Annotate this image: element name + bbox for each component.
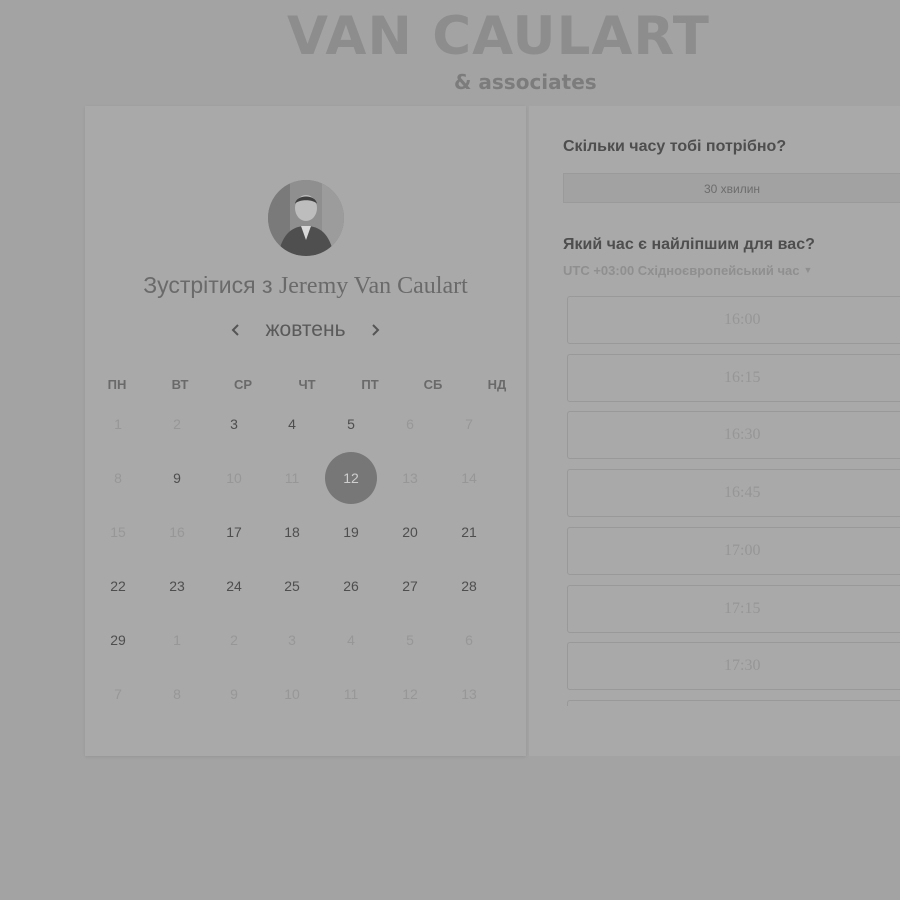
chevron-right-icon xyxy=(372,324,380,336)
calendar-day: 11 xyxy=(343,686,359,702)
time-slot-button[interactable]: 17:30 xyxy=(567,642,900,691)
calendar-day[interactable]: 18 xyxy=(272,519,312,545)
weekday-label: СБ xyxy=(423,377,443,392)
logo-tagline: & associates xyxy=(454,70,597,94)
timezone-label: UTC +03:00 Східноєвропейський час xyxy=(563,263,800,278)
calendar-day: 16 xyxy=(169,524,185,540)
calendar-day: 8 xyxy=(114,470,122,486)
brand-logo: VAN CAULART & associates xyxy=(0,0,900,100)
calendar-day: 2 xyxy=(230,632,238,648)
calendar-day[interactable]: 26 xyxy=(331,573,371,599)
logo-brand-text: VAN CAULART xyxy=(287,6,710,67)
time-slot-button[interactable]: 17:00 xyxy=(567,526,900,575)
time-slot-button[interactable]: 16:30 xyxy=(567,411,900,460)
calendar-day: 3 xyxy=(288,632,296,648)
calendar-day[interactable]: 21 xyxy=(449,519,489,545)
duration-select[interactable]: 30 хвилин xyxy=(563,173,900,203)
host-avatar xyxy=(268,180,344,256)
meeting-title: Зустрітися з Jeremy Van Caulart xyxy=(85,272,526,300)
calendar-day[interactable]: 5 xyxy=(331,411,371,437)
calendar-day-selected[interactable]: 12 xyxy=(325,452,377,504)
time-slot-list: 16:00 16:15 16:30 16:45 17:00 17:15 17:30 xyxy=(567,296,900,706)
weekday-label: СР xyxy=(233,377,253,392)
calendar-day: 9 xyxy=(230,686,238,702)
time-slot-button[interactable]: 16:45 xyxy=(567,469,900,518)
calendar-day: 2 xyxy=(173,416,181,432)
calendar-day[interactable]: 24 xyxy=(214,573,254,599)
calendar-day[interactable]: 3 xyxy=(214,411,254,437)
calendar-day: 7 xyxy=(114,686,122,702)
calendar-grid: 1 2 3 4 5 6 7 8 9 10 11 12 13 14 15 16 17 18 19 20 21 22 23 24 2… xyxy=(85,411,526,731)
calendar-day[interactable]: 20 xyxy=(390,519,430,545)
calendar-day: 13 xyxy=(402,470,418,486)
calendar-day[interactable]: 23 xyxy=(157,573,197,599)
calendar-day: 7 xyxy=(465,416,473,432)
weekday-header: ПН ВТ СР ЧТ ПТ СБ НД xyxy=(85,377,526,397)
calendar-day: 15 xyxy=(110,524,126,540)
calendar-day[interactable]: 19 xyxy=(331,519,371,545)
calendar-day: 4 xyxy=(347,632,355,648)
weekday-label: ПН xyxy=(107,377,127,392)
calendar-day[interactable]: 25 xyxy=(272,573,312,599)
calendar-day: 1 xyxy=(114,416,122,432)
calendar-panel: Зустрітися з Jeremy Van Caulart жовтень … xyxy=(85,106,526,756)
weekday-label: ЧТ xyxy=(298,377,316,392)
calendar-day: 1 xyxy=(173,632,181,648)
booking-panel: Скільки часу тобі потрібно? 30 хвилин Як… xyxy=(529,106,900,756)
month-navigation: жовтень xyxy=(85,318,526,342)
calendar-day[interactable]: 4 xyxy=(272,411,312,437)
duration-question: Скільки часу тобі потрібно? xyxy=(563,138,787,155)
calendar-day: 12 xyxy=(402,686,418,702)
weekday-label: ПТ xyxy=(361,377,379,392)
calendar-day: 6 xyxy=(465,632,473,648)
host-name: Jeremy Van Caulart xyxy=(278,273,468,299)
calendar-day[interactable]: 9 xyxy=(157,465,197,491)
time-slot-button[interactable]: 16:15 xyxy=(567,353,900,402)
calendar-day[interactable]: 17 xyxy=(214,519,254,545)
time-slot-button[interactable]: 16:00 xyxy=(567,296,900,344)
time-slot-button[interactable]: 17:15 xyxy=(567,584,900,633)
calendar-day: 13 xyxy=(461,686,477,702)
calendar-day: 6 xyxy=(406,416,414,432)
prev-month-button[interactable] xyxy=(226,319,246,342)
meeting-title-prefix: Зустрітися з xyxy=(143,272,273,298)
timezone-select[interactable]: UTC +03:00 Східноєвропейський час ▼ xyxy=(563,263,812,278)
person-photo-icon xyxy=(268,180,344,256)
calendar-day[interactable]: 29 xyxy=(98,627,138,653)
chevron-left-icon xyxy=(231,324,239,336)
next-month-button[interactable] xyxy=(365,319,385,342)
calendar-day: 8 xyxy=(173,686,181,702)
time-slot-button[interactable] xyxy=(567,699,900,706)
calendar-day: 11 xyxy=(284,470,300,486)
calendar-day: 14 xyxy=(461,470,477,486)
calendar-day: 5 xyxy=(406,632,414,648)
calendar-day[interactable]: 28 xyxy=(449,573,489,599)
weekday-label: ВТ xyxy=(171,377,189,392)
current-month: жовтень xyxy=(265,318,346,341)
caret-down-icon: ▼ xyxy=(803,265,813,275)
calendar-day[interactable]: 27 xyxy=(390,573,430,599)
calendar-day: 10 xyxy=(226,470,242,486)
calendar-day[interactable]: 22 xyxy=(98,573,138,599)
calendar-day: 10 xyxy=(284,686,300,702)
time-question: Який час є найліпшим для вас? xyxy=(563,236,815,253)
weekday-label: НД xyxy=(487,377,507,392)
